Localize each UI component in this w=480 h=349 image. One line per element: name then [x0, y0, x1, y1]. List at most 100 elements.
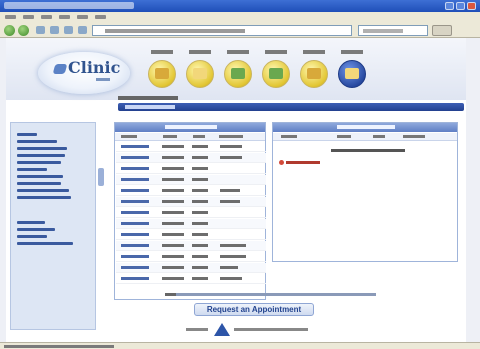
column-header[interactable]: [373, 135, 385, 138]
menu-file[interactable]: [5, 15, 16, 19]
table-cell: [192, 178, 208, 181]
welcome-user-text: [118, 96, 178, 100]
browser-menubar: [0, 12, 480, 22]
table-row[interactable]: [116, 175, 266, 185]
module-tab-2[interactable]: [184, 50, 216, 94]
sidebar-link[interactable]: [17, 154, 65, 157]
module-label: [151, 50, 173, 54]
web-page: Clinic Request an Appointment: [6, 38, 466, 342]
column-header[interactable]: [121, 135, 137, 138]
maximize-button[interactable]: [456, 2, 465, 10]
header-band: Clinic: [6, 38, 466, 100]
address-bar[interactable]: [92, 25, 352, 36]
module-tab-1[interactable]: [146, 50, 178, 94]
table-cell: [220, 277, 242, 280]
cancel-label[interactable]: [286, 161, 320, 164]
table-cell[interactable]: [121, 255, 149, 258]
menu-tools[interactable]: [77, 15, 88, 19]
request-appointment-button[interactable]: Request an Appointment: [194, 303, 314, 316]
sidebar-collapse-handle[interactable]: [98, 168, 104, 186]
sidebar-link[interactable]: [17, 133, 37, 136]
table-row[interactable]: [116, 219, 266, 229]
sidebar-link[interactable]: [17, 147, 67, 150]
table-cell: [162, 178, 184, 181]
table-row[interactable]: [116, 186, 266, 196]
minimize-button[interactable]: [445, 2, 454, 10]
menu-favorites[interactable]: [59, 15, 70, 19]
close-button[interactable]: [467, 2, 476, 10]
table-cell[interactable]: [121, 178, 149, 181]
menu-edit[interactable]: [23, 15, 34, 19]
back-icon[interactable]: [4, 25, 15, 36]
table-cell[interactable]: [121, 244, 149, 247]
table-row[interactable]: [116, 241, 266, 251]
sidebar-link[interactable]: [17, 228, 55, 231]
sidebar-link[interactable]: [17, 242, 73, 245]
column-header[interactable]: [403, 135, 425, 138]
refresh-icon[interactable]: [50, 26, 59, 34]
sidebar-link[interactable]: [17, 189, 69, 192]
table-row[interactable]: [116, 153, 266, 163]
sidebar-link[interactable]: [17, 235, 47, 238]
table-cell[interactable]: [121, 211, 149, 214]
table-cell[interactable]: [121, 277, 149, 280]
nav-strip: [118, 103, 464, 111]
table-cell: [162, 167, 184, 170]
sidebar-link[interactable]: [17, 140, 57, 143]
requests-columns: [273, 133, 457, 141]
table-cell[interactable]: [121, 222, 149, 225]
menu-help[interactable]: [95, 15, 106, 19]
table-row[interactable]: [116, 230, 266, 240]
column-header[interactable]: [281, 135, 297, 138]
table-cell[interactable]: [121, 200, 149, 203]
sidebar-link[interactable]: [17, 175, 63, 178]
sidebar-link[interactable]: [17, 161, 61, 164]
table-cell[interactable]: [121, 145, 149, 148]
table-row[interactable]: [116, 208, 266, 218]
footer-company-name: [234, 328, 308, 331]
go-button[interactable]: [432, 25, 452, 36]
stop-icon[interactable]: [36, 26, 45, 34]
module-label: [189, 50, 211, 54]
forward-icon[interactable]: [18, 25, 29, 36]
table-cell: [220, 145, 242, 148]
sidebar-link[interactable]: [17, 221, 45, 224]
table-row[interactable]: [116, 252, 266, 262]
column-header[interactable]: [193, 135, 205, 138]
module-glyph: [193, 68, 207, 79]
column-header[interactable]: [337, 135, 351, 138]
table-cell[interactable]: [121, 266, 149, 269]
table-row[interactable]: [116, 164, 266, 174]
column-header[interactable]: [163, 135, 177, 138]
table-cell: [220, 200, 240, 203]
table-cell[interactable]: [121, 233, 149, 236]
menu-view[interactable]: [41, 15, 52, 19]
logo-subtitle: [96, 78, 110, 81]
home-icon[interactable]: [64, 26, 73, 34]
module-tab-4[interactable]: [260, 50, 292, 94]
sidebar-link[interactable]: [17, 168, 47, 171]
table-cell: [220, 255, 246, 258]
browser-statusbar: [0, 342, 480, 349]
status-legend: [176, 293, 376, 296]
table-row[interactable]: [116, 142, 266, 152]
sidebar-link[interactable]: [17, 182, 61, 185]
table-row[interactable]: [116, 263, 266, 273]
column-header[interactable]: [219, 135, 243, 138]
table-cell[interactable]: [121, 156, 149, 159]
table-cell: [220, 266, 238, 269]
table-cell: [162, 200, 184, 203]
table-cell: [192, 222, 208, 225]
table-cell[interactable]: [121, 189, 149, 192]
module-tab-6[interactable]: [336, 50, 368, 94]
sidebar-link[interactable]: [17, 196, 71, 199]
table-cell[interactable]: [121, 167, 149, 170]
browser-search-input[interactable]: [358, 25, 428, 36]
table-row[interactable]: [116, 197, 266, 207]
module-tab-3[interactable]: [222, 50, 254, 94]
table-row[interactable]: [116, 274, 266, 284]
table-cell: [220, 189, 240, 192]
module-tab-5[interactable]: [298, 50, 330, 94]
module-glyph: [269, 68, 283, 79]
table-cell: [162, 145, 184, 148]
